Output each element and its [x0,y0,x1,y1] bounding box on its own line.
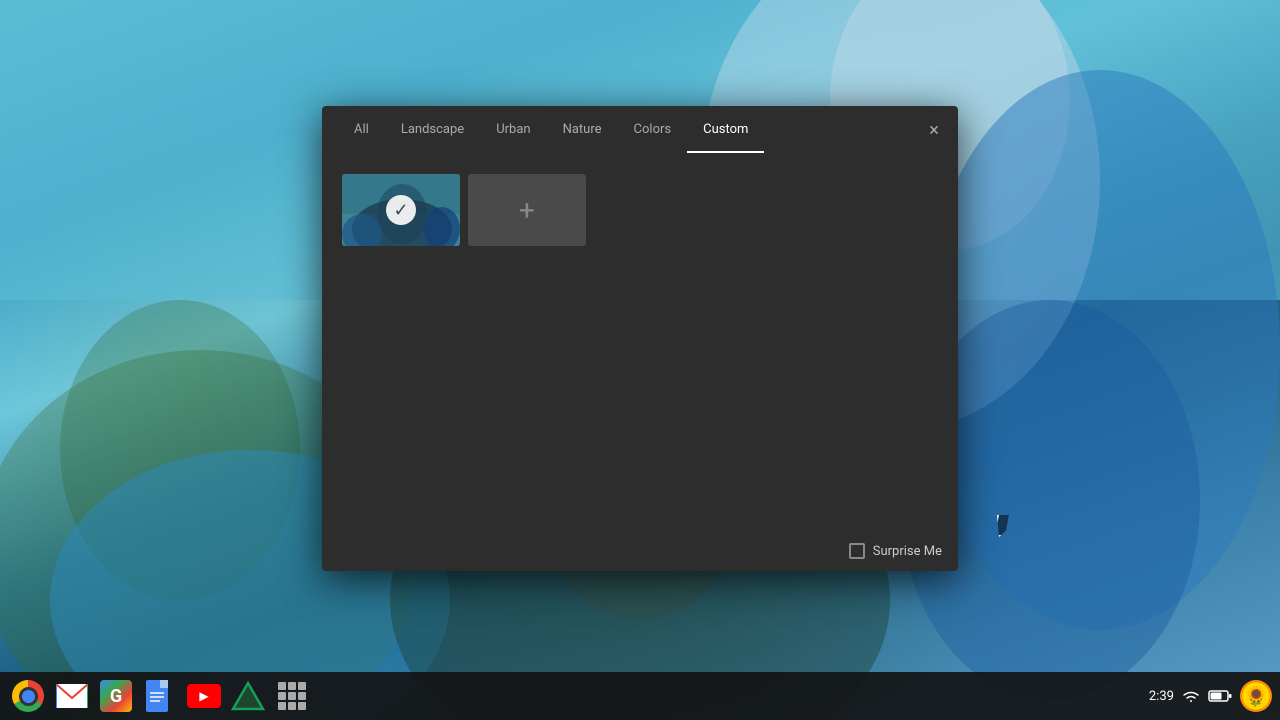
dialog-body: ✓ + [322,154,958,531]
taskbar-app-drive[interactable] [228,676,268,716]
apps-dot [288,682,296,690]
apps-dot [298,692,306,700]
surprise-me-checkbox[interactable] [849,543,865,559]
dialog-tabs: All Landscape Urban Nature Colors Custom [338,108,942,153]
taskbar-app-chrome[interactable] [8,676,48,716]
gmail-icon [56,684,88,708]
time-display: 2:39 [1149,689,1174,704]
tab-all[interactable]: All [338,108,385,153]
tab-custom[interactable]: Custom [687,108,764,153]
apps-dot [298,682,306,690]
tab-colors[interactable]: Colors [618,108,688,153]
tab-urban[interactable]: Urban [480,108,546,153]
apps-dot [288,692,296,700]
docs-icon [146,679,174,713]
dialog-header: All Landscape Urban Nature Colors Custom… [322,106,958,154]
wifi-icon [1182,689,1200,703]
dialog-footer: Surprise Me [322,531,958,571]
wallpaper-thumbnail-selected[interactable]: ✓ [342,174,460,246]
google-icon: G [100,680,132,712]
tab-nature[interactable]: Nature [547,108,618,153]
taskbar-status: 2:39 🌻 [1149,680,1272,712]
apps-dot [278,692,286,700]
taskbar-app-docs[interactable] [140,676,180,716]
apps-dot [278,702,286,710]
surprise-me-label[interactable]: Surprise Me [849,543,942,559]
apps-dot [278,682,286,690]
chrome-icon [12,680,44,712]
taskbar-app-google[interactable]: G [96,676,136,716]
apps-dot [298,702,306,710]
add-wallpaper-button[interactable]: + [468,174,586,246]
wallpaper-grid: ✓ + [338,170,942,250]
apps-icon [278,682,306,710]
wallpaper-dialog: All Landscape Urban Nature Colors Custom… [322,106,958,571]
youtube-icon [187,684,221,708]
surprise-me-text: Surprise Me [873,544,942,559]
taskbar-app-apps[interactable] [272,676,312,716]
drive-icon [231,681,265,711]
close-button[interactable]: × [922,118,946,142]
battery-icon [1208,689,1232,703]
apps-dot [288,702,296,710]
sunflower-icon[interactable]: 🌻 [1240,680,1272,712]
taskbar-app-gmail[interactable] [52,676,92,716]
taskbar-app-youtube[interactable] [184,676,224,716]
check-mark: ✓ [386,195,416,225]
tab-landscape[interactable]: Landscape [385,108,480,153]
selected-overlay: ✓ [342,174,460,246]
taskbar: G [0,672,1280,720]
taskbar-apps: G [8,676,1149,716]
dialog-overlay: All Landscape Urban Nature Colors Custom… [0,0,1280,720]
